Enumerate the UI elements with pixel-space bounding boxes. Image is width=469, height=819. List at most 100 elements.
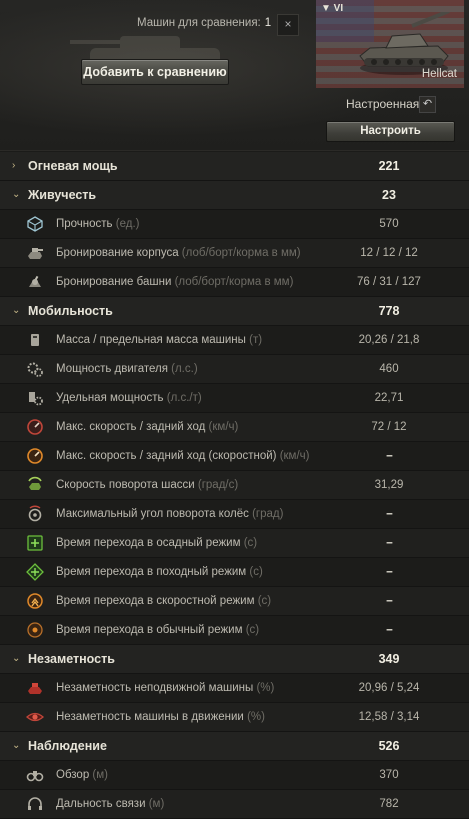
camo-moving-icon	[26, 712, 44, 722]
stat-value: --	[386, 624, 393, 636]
power-ratio-icon	[29, 392, 43, 406]
stat-row-hull-armor: Бронирование корпуса (лоб/борт/корма в м…	[0, 239, 469, 268]
compare-count-value: 1	[264, 17, 272, 29]
speed-mode-icon	[27, 593, 43, 609]
stat-value: --	[386, 537, 393, 549]
stat-label: Бронирование башни (лоб/борт/корма в мм)	[56, 276, 294, 288]
stat-label: Мощность двигателя (л.с.)	[56, 363, 198, 375]
stat-label: Макс. скорость / задний ход (км/ч)	[56, 421, 239, 433]
stat-row-camo-stationary: Незаметность неподвижной машины (%) 20,9…	[0, 674, 469, 703]
speedometer-icon	[27, 419, 43, 435]
tank-name: Hellcat	[421, 68, 457, 80]
stat-value: 76 / 31 / 127	[357, 276, 421, 288]
stat-value: 72 / 12	[371, 421, 407, 433]
siege-mode-icon	[27, 535, 43, 551]
category-label: Наблюдение	[28, 739, 107, 753]
category-label: Живучесть	[28, 188, 97, 202]
category-value: 526	[378, 739, 400, 753]
stat-value: --	[386, 595, 393, 607]
stat-value: --	[386, 566, 393, 578]
stat-row-traverse: Скорость поворота шасси (град/с) 31,29	[0, 471, 469, 500]
category-mobility[interactable]: ⌄ Мобильность 778	[0, 297, 469, 326]
stat-row-camo-moving: Незаметность машины в движении (%) 12,58…	[0, 703, 469, 732]
category-survivability[interactable]: ⌄ Живучесть 23	[0, 181, 469, 210]
radio-headset-icon	[28, 797, 42, 810]
category-label: Огневая мощь	[28, 159, 118, 173]
stat-label: Скорость поворота шасси (град/с)	[56, 479, 239, 491]
stat-value: --	[386, 508, 393, 520]
binoculars-icon	[26, 771, 44, 782]
stat-row-view-range: Обзор (м) 370	[0, 761, 469, 790]
tank-card[interactable]: ▼ VI Hellcat	[316, 0, 464, 88]
stat-label: Незаметность машины в движении (%)	[56, 711, 265, 723]
stat-value: 12,58 / 3,14	[358, 711, 420, 723]
stat-label: Максимальный угол поворота колёс (град)	[56, 508, 284, 520]
stat-label: Макс. скорость / задний ход (скоростной)…	[56, 450, 310, 462]
chevron-down-icon: ⌄	[12, 653, 21, 664]
stat-row-turret-armor: Бронирование башни (лоб/борт/корма в мм)…	[0, 268, 469, 297]
stat-row-wheel-angle: Максимальный угол поворота колёс (град) …	[0, 500, 469, 529]
stat-row-max-speed: Макс. скорость / задний ход (км/ч) 72 / …	[0, 413, 469, 442]
stat-row-siege-mode: Время перехода в осадный режим (с) --	[0, 529, 469, 558]
durability-icon	[27, 216, 43, 232]
stat-row-power-ratio: Удельная мощность (л.с./т) 22,71	[0, 384, 469, 413]
stat-label: Время перехода в осадный режим (с)	[56, 537, 258, 549]
stat-row-durability: Прочность (ед.) 570	[0, 210, 469, 239]
stat-value: --	[386, 450, 393, 462]
category-concealment[interactable]: ⌄ Незаметность 349	[0, 645, 469, 674]
stat-label: Время перехода в обычный режим (с)	[56, 624, 260, 636]
compare-count-label: Машин для сравнения: 1	[137, 17, 271, 29]
chevron-down-icon: ⌄	[12, 305, 21, 316]
stat-row-signal-range: Дальность связи (м) 782	[0, 790, 469, 819]
stat-value: 460	[379, 363, 399, 375]
stat-row-travel-mode: Время перехода в походный режим (с) --	[0, 558, 469, 587]
category-firepower[interactable]: › Огневая мощь 221	[0, 152, 469, 181]
category-value: 778	[378, 304, 400, 318]
reset-icon[interactable]: ↶	[419, 96, 436, 113]
stat-value: 20,96 / 5,24	[358, 682, 420, 694]
stat-label: Обзор (м)	[56, 769, 108, 781]
category-value: 23	[382, 188, 396, 202]
weight-icon	[31, 334, 39, 346]
category-spotting[interactable]: ⌄ Наблюдение 526	[0, 732, 469, 761]
camo-stationary-icon	[28, 683, 42, 694]
stat-label: Незаметность неподвижной машины (%)	[56, 682, 275, 694]
wheel-angle-icon	[28, 505, 42, 522]
category-label: Незаметность	[28, 652, 115, 666]
compare-count-text: Машин для сравнения:	[137, 17, 261, 29]
configure-button[interactable]: Настроить	[326, 121, 455, 142]
chevron-down-icon: ⌄	[12, 740, 21, 751]
stat-label: Масса / предельная масса машины (т)	[56, 334, 263, 346]
stats-list: › Огневая мощь 221 ⌄ Живучесть 23 Прочно…	[0, 152, 469, 819]
traverse-icon	[28, 476, 42, 490]
config-state-label: Настроенная	[346, 97, 420, 111]
stat-row-engine: Мощность двигателя (л.с.) 460	[0, 355, 469, 384]
speedometer-fast-icon	[27, 448, 43, 464]
stat-value: 370	[379, 769, 399, 781]
stat-row-normal-mode: Время перехода в обычный режим (с) --	[0, 616, 469, 645]
stat-row-weight: Масса / предельная масса машины (т) 20,2…	[0, 326, 469, 355]
stat-value: 570	[379, 218, 399, 230]
category-value: 221	[378, 159, 400, 173]
hull-armor-icon	[28, 248, 43, 259]
stat-label: Удельная мощность (л.с./т)	[56, 392, 202, 404]
normal-mode-icon	[27, 622, 43, 638]
chevron-down-icon: ⌄	[12, 189, 21, 200]
chevron-right-icon: ›	[12, 160, 16, 171]
engine-icon	[27, 362, 43, 377]
stat-label: Прочность (ед.)	[56, 218, 140, 230]
stat-label: Время перехода в походный режим (с)	[56, 566, 263, 578]
stat-value: 20,26 / 21,8	[358, 334, 420, 346]
category-label: Мобильность	[28, 304, 113, 318]
stat-row-max-speed-fast: Макс. скорость / задний ход (скоростной)…	[0, 442, 469, 471]
stat-value: 22,71	[374, 392, 404, 404]
stat-label: Бронирование корпуса (лоб/борт/корма в м…	[56, 247, 301, 259]
category-value: 349	[378, 652, 400, 666]
turret-armor-icon	[29, 275, 41, 287]
comparison-header: Машин для сравнения: 1 × Добавить к сравн…	[0, 0, 469, 151]
stat-value: 12 / 12 / 12	[360, 247, 418, 259]
close-icon[interactable]: ×	[277, 14, 299, 36]
tier-badge: ▼ VI	[321, 3, 344, 14]
stat-row-speed-mode: Время перехода в скоростной режим (с) --	[0, 587, 469, 616]
add-to-compare-button[interactable]: Добавить к сравнению	[81, 59, 229, 85]
